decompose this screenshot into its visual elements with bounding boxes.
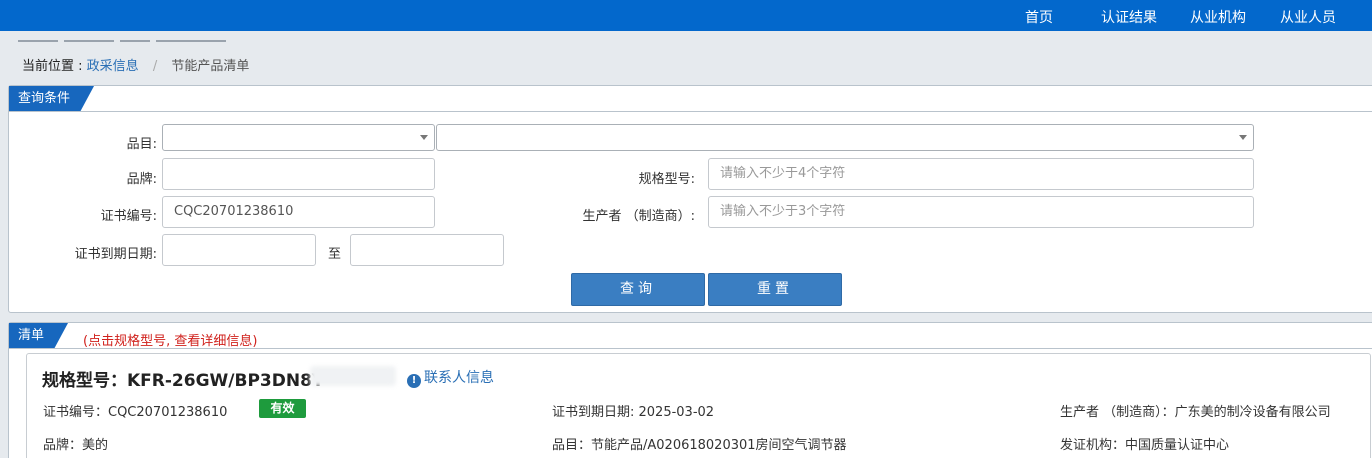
nav-personnel-link[interactable]: 从业人员 [1280,7,1336,27]
breadcrumb-separator: / [152,59,158,74]
search-button[interactable]: 查询 [571,273,705,306]
nav-home-link[interactable]: 首页 [1025,7,1053,27]
cert-no-input[interactable]: CQC20701238610 [162,196,435,228]
info-icon: ! [407,374,421,388]
breadcrumb: 当前位置 : 政采信息 / 节能产品清单 [22,55,249,74]
contact-info-link[interactable]: ! 联系人信息 [407,367,494,388]
date-range-separator: 至 [328,247,342,262]
model-input[interactable]: 请输入不少于4个字符 [708,158,1254,190]
query-panel-tab: 查询条件 [9,86,94,112]
status-badge: 有效 [259,399,306,418]
model-label: 规格型号: [638,172,695,187]
breadcrumb-label: 当前位置 : [22,59,83,74]
brand-value: 品牌：美的 [43,438,109,453]
contact-info-label: 联系人信息 [424,370,494,386]
breadcrumb-current: 节能产品清单 [171,59,250,74]
category-select-secondary[interactable] [436,124,1254,151]
model-title-link[interactable]: 规格型号：KFR-26GW/BP3DN8Y [42,366,324,391]
result-card: 规格型号：KFR-26GW/BP3DN8Y ! 联系人信息 证书编号：CQC207… [26,353,1371,458]
expiry-value: 证书到期日期: 2025-03-02 [552,405,715,420]
expiry-end-input[interactable] [350,234,504,266]
top-nav-bar: 首页 认证结果 从业机构 从业人员 [0,0,1372,31]
list-panel-tab: 清单 [9,323,68,349]
chevron-down-icon [1239,135,1247,140]
redacted-area [310,366,396,386]
nav-cert-results-link[interactable]: 认证结果 [1101,7,1157,27]
maker-value: 生产者 （制造商）：广东美的制冷设备有限公司 [1060,405,1331,420]
expiry-label: 证书到期日期: [74,247,157,262]
brand-input[interactable] [162,158,435,190]
list-panel: 清单 (点击规格型号, 查看详细信息) 规格型号：KFR-26GW/BP3DN8… [8,322,1372,458]
panel-divider [9,111,1372,112]
chevron-down-icon [420,135,428,140]
maker-input[interactable]: 请输入不少于3个字符 [708,196,1254,228]
cropped-text-row [18,40,258,48]
brand-label: 品牌: [126,172,157,187]
query-panel: 查询条件 品目: 品牌: 规格型号: 请输入不少于4个字符 证书编号: CQC2… [8,85,1372,313]
breadcrumb-link-gov-procurement[interactable]: 政采信息 [87,59,139,74]
cert-no-label: 证书编号: [100,209,157,224]
nav-institutions-link[interactable]: 从业机构 [1190,7,1246,27]
category-select-primary[interactable] [162,124,435,151]
issuer-value: 发证机构：中国质量认证中心 [1060,438,1230,453]
maker-label: 生产者 （制造商）: [582,209,695,224]
cert-no-value: 证书编号：CQC20701238610 [43,405,228,420]
list-hint: (点击规格型号, 查看详细信息) [83,334,258,349]
category-label: 品目: [126,137,157,152]
category-value: 品目：节能产品/A020618020301房间空气调节器 [552,438,847,453]
expiry-start-input[interactable] [162,234,316,266]
reset-button[interactable]: 重置 [708,273,842,306]
